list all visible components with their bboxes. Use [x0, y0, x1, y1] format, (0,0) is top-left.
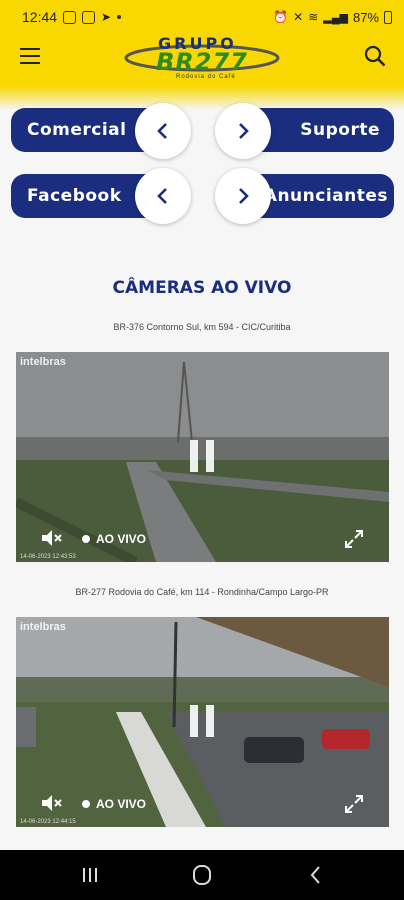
header-fade — [0, 86, 404, 110]
chevron-left-icon — [157, 188, 167, 204]
telegram-icon: ➤ — [101, 10, 112, 24]
live-label: AO VIVO — [96, 797, 147, 811]
comercial-label: Comercial — [27, 120, 127, 140]
logo-br277: BR277 — [156, 48, 248, 76]
status-time: 12:44 — [22, 9, 58, 25]
chevron-left-icon — [157, 123, 167, 139]
chevron-right-icon — [239, 188, 249, 204]
facebook-back-button[interactable] — [135, 168, 191, 224]
pause-icon[interactable] — [190, 705, 216, 737]
signal-icon: ▂▄▆ — [323, 11, 348, 24]
gallery-icon — [82, 10, 96, 24]
camera-2-video[interactable]: intelbras AO VIVO 14-06-2023 12:44:15 — [16, 617, 389, 827]
back-icon[interactable] — [304, 864, 328, 886]
camera-2-caption: BR-277 Rodovia do Café, km 114 - Rondinh… — [75, 587, 329, 597]
system-nav-bar — [0, 850, 404, 900]
fullscreen-icon[interactable] — [345, 795, 363, 813]
facebook-label: Facebook — [27, 186, 122, 206]
battery-level: 87% — [352, 9, 379, 25]
home-icon[interactable] — [190, 864, 214, 886]
anunciantes-label: Anunciantes — [263, 186, 388, 206]
camera-1-video[interactable]: intelbras AO VIVO 14-06-2023 12:43:53 — [16, 352, 389, 562]
anunciantes-forward-button[interactable] — [215, 168, 271, 224]
camera-1-watermark: intelbras — [20, 356, 66, 368]
camera-2-timestamp: 14-06-2023 12:44:15 — [20, 819, 76, 825]
suporte-label: Suporte — [300, 120, 380, 140]
live-dot — [82, 800, 90, 808]
search-icon[interactable] — [364, 45, 386, 67]
mute-icon[interactable] — [40, 793, 64, 813]
recents-icon[interactable] — [78, 864, 102, 886]
logo: GRUPO BR277 Rodovia do Café — [124, 34, 280, 82]
section-title: CÂMERAS AO VIVO — [112, 278, 292, 298]
mute-icon[interactable] — [40, 528, 64, 548]
wifi-icon: ≋ — [308, 10, 319, 24]
camera-1-timestamp: 14-06-2023 12:43:53 — [20, 554, 76, 560]
status-bar: 12:44 ➤ ⏰ ✕ ≋ ▂▄▆ 87% — [0, 0, 404, 34]
camera-2-watermark: intelbras — [20, 621, 66, 633]
camera-1-caption: BR-376 Contorno Sul, km 594 - CIC/Curiti… — [113, 322, 291, 332]
logo-tagline: Rodovia do Café — [176, 74, 236, 80]
app-header: GRUPO BR277 Rodovia do Café — [0, 34, 404, 86]
live-dot — [82, 535, 90, 543]
alarm-icon: ⏰ — [273, 10, 289, 24]
live-indicator: AO VIVO — [82, 532, 146, 546]
more-notifications-icon — [117, 15, 122, 19]
pause-icon[interactable] — [190, 440, 216, 472]
suporte-forward-button[interactable] — [215, 103, 271, 159]
fullscreen-icon[interactable] — [345, 530, 363, 548]
comercial-back-button[interactable] — [135, 103, 191, 159]
hamburger-icon[interactable] — [20, 48, 40, 64]
live-label: AO VIVO — [96, 532, 147, 546]
mute-status-icon: ✕ — [293, 10, 304, 24]
notification-icon — [63, 10, 77, 24]
live-indicator: AO VIVO — [82, 797, 146, 811]
chevron-right-icon — [239, 123, 249, 139]
battery-icon — [384, 10, 392, 24]
